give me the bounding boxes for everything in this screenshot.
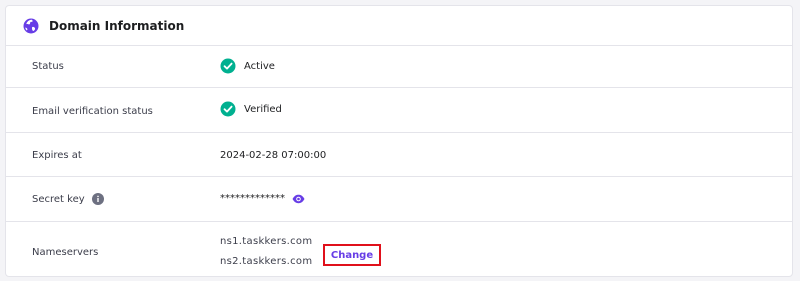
status-row: Status Active: [6, 46, 792, 88]
email-verification-text: Verified: [244, 103, 282, 115]
secret-key-label-wrap: Secret key: [32, 193, 104, 205]
change-nameservers-button[interactable]: Change: [323, 244, 381, 266]
domain-information-card: Domain Information Status Active Email v…: [5, 5, 793, 277]
card-title: Domain Information: [49, 18, 185, 33]
card-header: Domain Information: [6, 6, 792, 46]
nameserver-1: ns1.taskkers.com: [220, 236, 313, 247]
secret-key-label: Secret key: [32, 193, 85, 205]
check-circle-icon: [220, 101, 236, 117]
expires-label: Expires at: [32, 150, 82, 161]
globe-icon: [23, 18, 39, 34]
expires-value: 2024-02-28 07:00:00: [220, 150, 327, 161]
status-text: Active: [244, 60, 275, 72]
secret-key-row: Secret key *************: [6, 177, 792, 222]
email-verification-row: Email verification status Verified: [6, 88, 792, 133]
email-verification-value: Verified: [220, 101, 282, 117]
status-label: Status: [32, 61, 64, 72]
nameservers-row: Nameservers ns1.taskkers.com ns2.taskker…: [6, 222, 792, 278]
email-verification-label: Email verification status: [32, 106, 153, 117]
nameservers-label: Nameservers: [32, 247, 99, 258]
info-icon[interactable]: [91, 193, 104, 205]
check-circle-icon: [220, 58, 236, 74]
status-value: Active: [220, 58, 275, 74]
secret-key-masked: *************: [220, 193, 285, 204]
nameserver-2: ns2.taskkers.com: [220, 256, 313, 267]
secret-key-value: *************: [220, 193, 305, 204]
eye-icon[interactable]: [292, 194, 305, 204]
expires-row: Expires at 2024-02-28 07:00:00: [6, 133, 792, 177]
